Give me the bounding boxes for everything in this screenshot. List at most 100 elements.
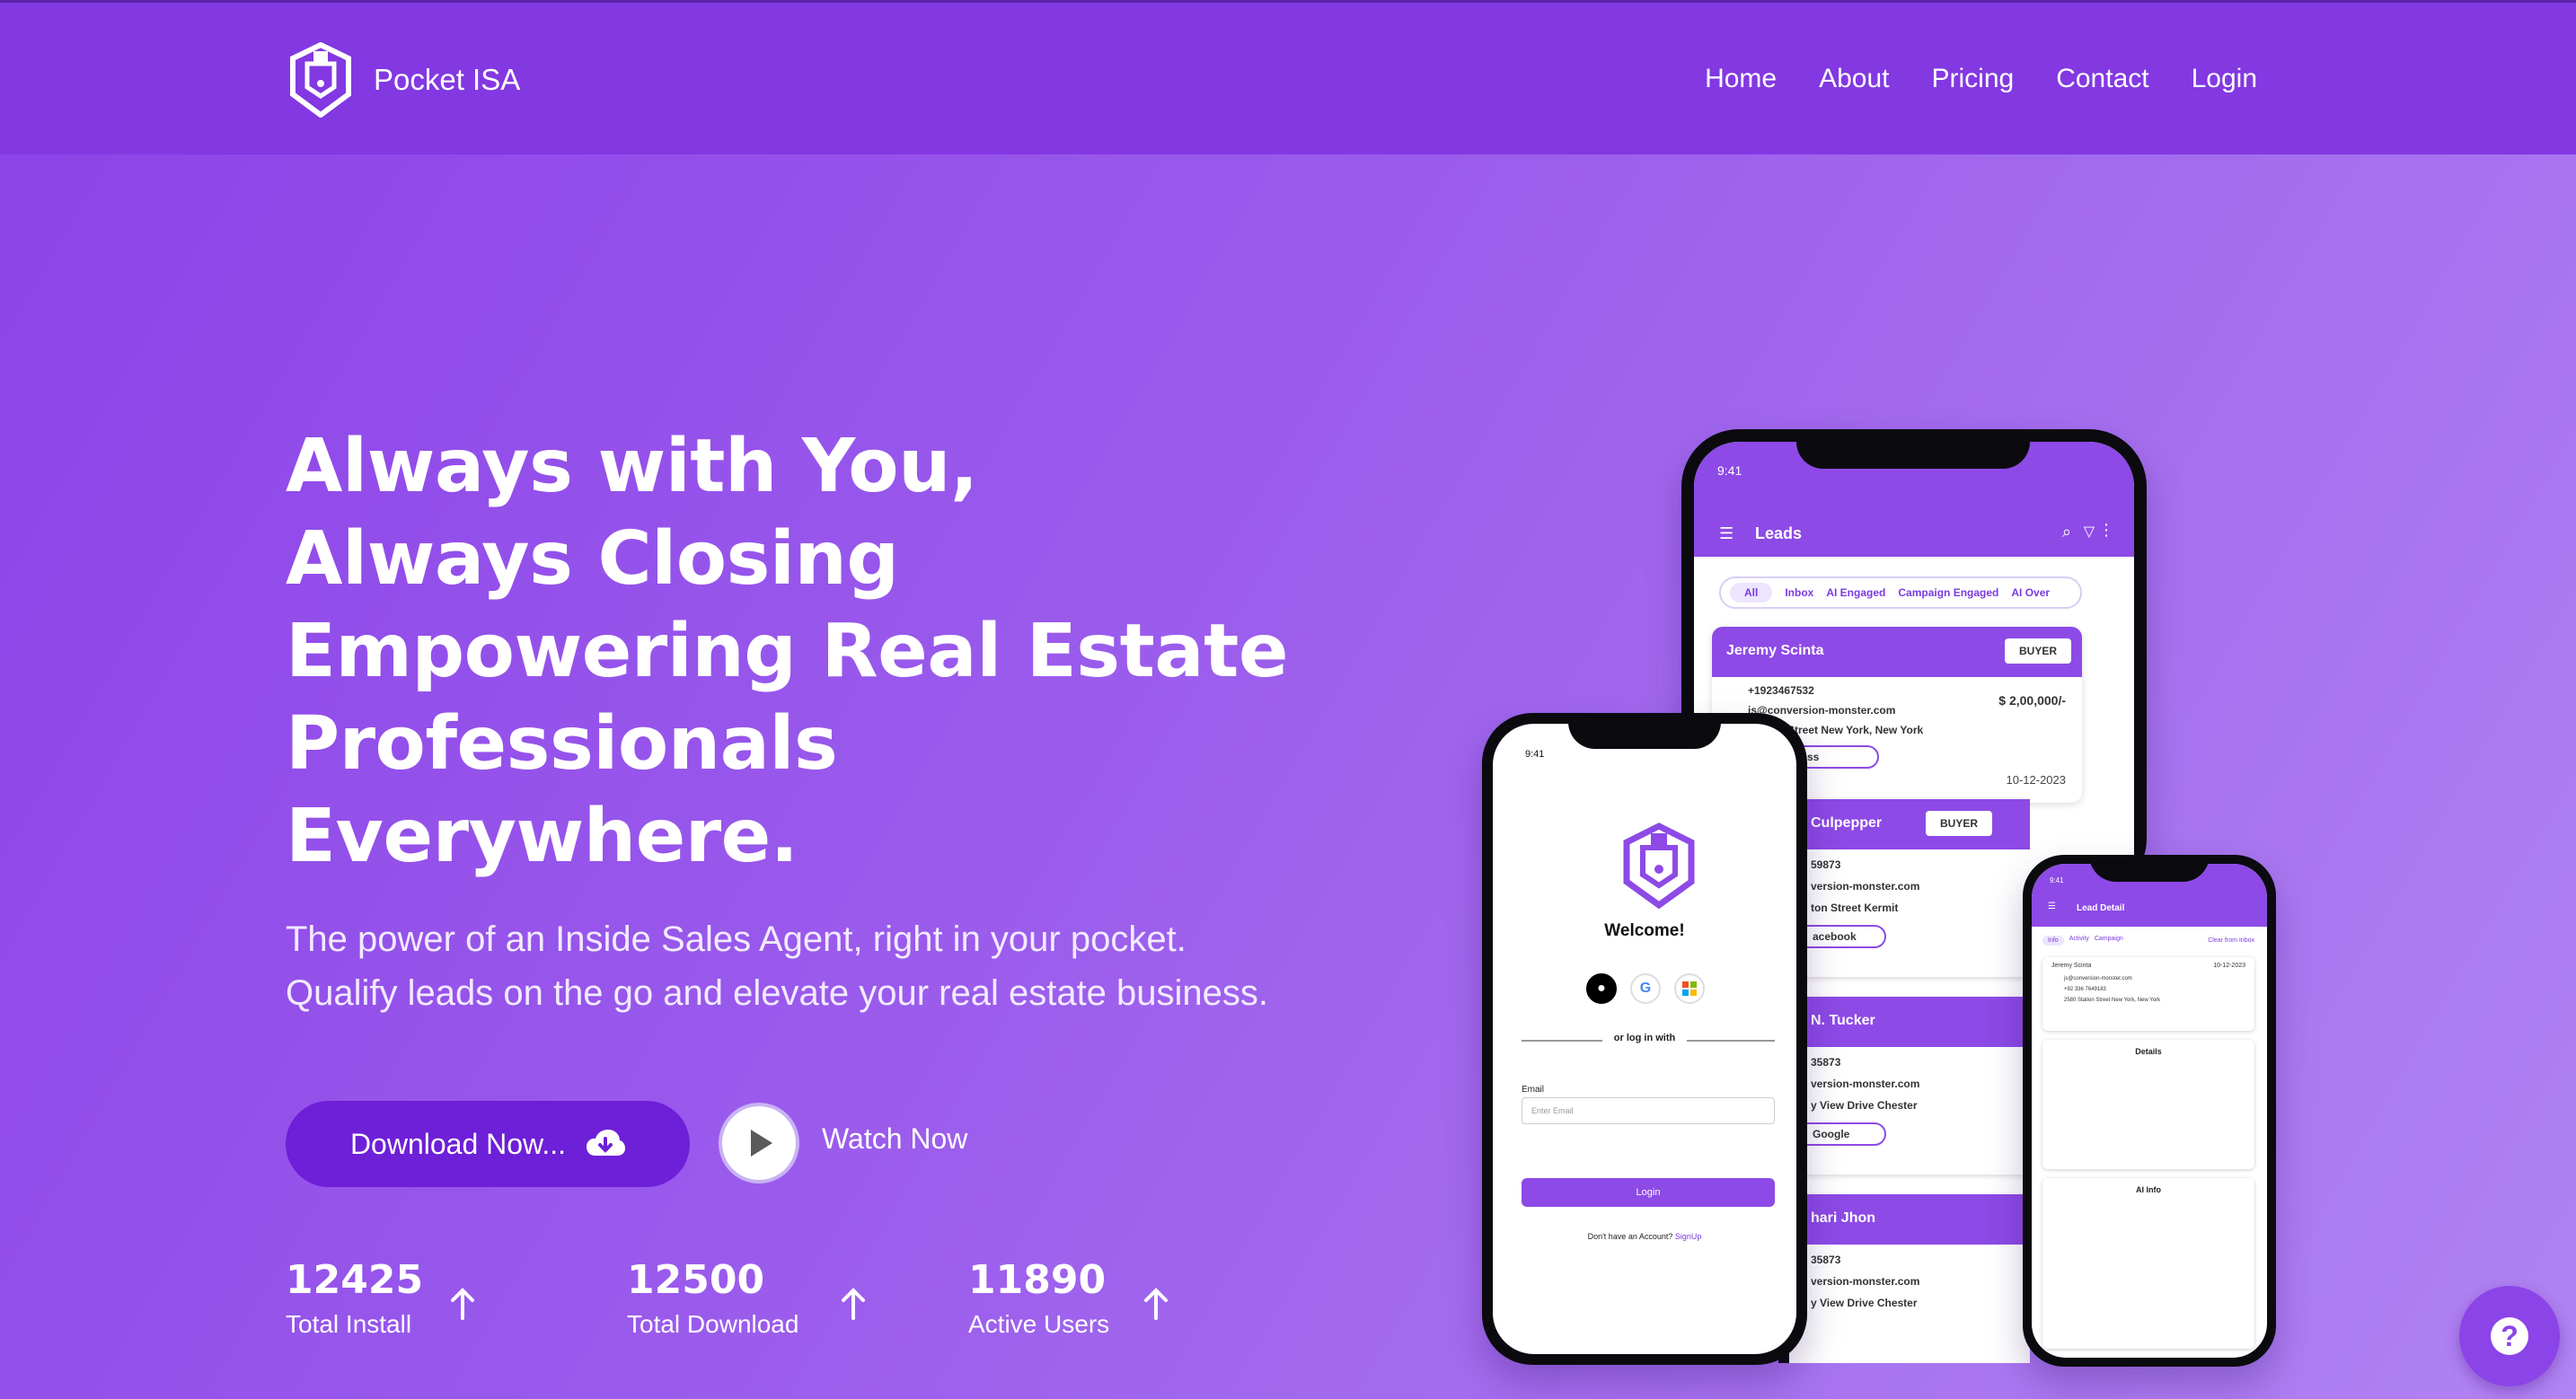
lead-source-pill: acebook — [1796, 925, 1886, 948]
lead-type-badge: BUYER — [1926, 811, 1993, 836]
lead-detail-screen: 9:41 ☰ Lead Detail Info Activity Campaig… — [2032, 864, 2267, 1358]
main-nav: Home About Pricing Contact Login — [1705, 64, 2257, 94]
signup-prefix: Don't have an Account? — [1587, 1232, 1673, 1241]
tab-activity[interactable]: Activity — [2069, 936, 2089, 946]
status-time: 9:41 — [1717, 463, 1742, 478]
status-time: 9:41 — [2050, 876, 2064, 884]
lead-phone: 35873 — [1811, 1254, 1841, 1266]
lead-detail-title: Lead Detail — [2077, 903, 2125, 913]
tab-inbox[interactable]: Inbox — [1785, 586, 1813, 599]
play-icon — [751, 1130, 772, 1157]
hero-title-line: Always with You, — [286, 424, 978, 509]
details-card: Details — [2042, 1040, 2254, 1169]
contact-date: 10-12-2023 — [2213, 963, 2245, 969]
tab-info[interactable]: Info — [2042, 936, 2064, 946]
lead-name: Culpepper — [1811, 815, 1883, 831]
or-login-with: or log in with — [1613, 1033, 1676, 1043]
filter-icon[interactable]: ▽ — [2084, 523, 2095, 541]
stat-value: 12500 — [627, 1257, 765, 1303]
nav-login[interactable]: Login — [2192, 64, 2257, 94]
welcome-text: Welcome! — [1604, 921, 1685, 940]
nav-about[interactable]: About — [1819, 64, 1889, 94]
ai-info-card: AI Info — [2042, 1178, 2254, 1349]
play-video-button[interactable] — [719, 1103, 799, 1183]
contact-phone: +92 336 7649183 — [2064, 987, 2106, 992]
help-button[interactable]: ? — [2459, 1286, 2560, 1386]
phone-notch — [1796, 429, 2030, 469]
lead-name: Jeremy Scinta — [1726, 643, 1824, 658]
contact-name: Jeremy Scinta — [2051, 963, 2092, 969]
phone-notch — [2089, 855, 2210, 882]
hero-title-line: Professionals — [286, 701, 838, 787]
clear-from-inbox-link[interactable]: Clear from Inbox — [2208, 937, 2254, 944]
signup-prompt: Don't have an Account? SignUp — [1493, 1232, 1796, 1241]
stat-label: Active Users — [968, 1310, 1110, 1338]
arrow-up-icon — [451, 1288, 474, 1320]
nav-home[interactable]: Home — [1705, 64, 1777, 94]
question-icon: ? — [2491, 1317, 2528, 1355]
lead-card[interactable]: N. Tucker 35873 version-monster.com y Vi… — [1789, 997, 2030, 1175]
contact-email: js@conversion-monster.com — [2064, 976, 2132, 981]
lead-type-badge: BUYER — [2004, 638, 2071, 664]
search-icon[interactable]: ⌕ — [2062, 523, 2071, 541]
menu-icon[interactable]: ☰ — [1719, 524, 1734, 543]
tab-campaign[interactable]: Campaign — [2095, 936, 2123, 946]
lead-amount: $ 2,00,000/- — [1998, 693, 2066, 708]
ai-info-title: AI Info — [2136, 1185, 2161, 1194]
more-icon[interactable]: ⋮ — [2098, 521, 2114, 540]
lead-address: y View Drive Chester — [1811, 1099, 1918, 1112]
detail-tabs: Info Activity Campaign — [2042, 936, 2123, 946]
stat-total-install: 12425 Total Install — [286, 1257, 423, 1339]
lead-email: version-monster.com — [1811, 1275, 1920, 1288]
tab-campaign-engaged[interactable]: Campaign Engaged — [1898, 586, 1998, 599]
nav-pricing[interactable]: Pricing — [1932, 64, 2015, 94]
details-title: Details — [2135, 1047, 2162, 1056]
phone-notch — [1568, 713, 1721, 749]
stat-value: 11890 — [968, 1257, 1107, 1303]
microsoft-login-icon[interactable] — [1674, 973, 1705, 1004]
lead-source-pill: Google — [1796, 1122, 1886, 1146]
phone-mockup-login: 9:41 Welcome! ● G or log in with Email E… — [1482, 713, 1807, 1365]
watch-now-link[interactable]: Watch Now — [822, 1122, 967, 1156]
lead-date: 10-12-2023 — [2006, 773, 2067, 787]
app-logo-icon — [1623, 823, 1695, 909]
phone-mockup-lead-detail: 9:41 ☰ Lead Detail Info Activity Campaig… — [2023, 855, 2276, 1367]
arrow-up-icon — [842, 1288, 865, 1320]
google-login-icon[interactable]: G — [1630, 973, 1661, 1004]
pocket-isa-logo-icon — [290, 42, 351, 118]
lead-card-header: Jeremy Scinta BUYER — [1712, 627, 2082, 677]
login-screen: 9:41 Welcome! ● G or log in with Email E… — [1493, 724, 1796, 1354]
lead-phone: 35873 — [1811, 1056, 1841, 1069]
tab-all[interactable]: All — [1730, 583, 1773, 603]
brand[interactable]: Pocket ISA — [289, 42, 520, 118]
tab-ai-engaged[interactable]: AI Engaged — [1826, 586, 1885, 599]
signup-link[interactable]: SignUp — [1675, 1232, 1702, 1241]
lead-name: hari Jhon — [1811, 1210, 1876, 1226]
download-label: Download Now... — [349, 1127, 567, 1160]
tab-ai-over[interactable]: AI Over — [2011, 586, 2050, 599]
contact-address: 2580 Station Street New York, New York — [2064, 998, 2161, 1003]
email-field[interactable]: Enter Email — [1522, 1097, 1775, 1124]
hero-title-line: Everywhere. — [286, 794, 798, 879]
contact-card: Jeremy Scinta 10-12-2023 js@conversion-m… — [2042, 957, 2254, 1031]
login-button[interactable]: Login — [1522, 1178, 1775, 1207]
hero-title: Always with You, Always Closing Empoweri… — [286, 420, 1363, 883]
lead-address: y View Drive Chester — [1811, 1297, 1918, 1309]
lead-name: N. Tucker — [1811, 1013, 1875, 1028]
lead-card[interactable]: hari Jhon 35873 version-monster.com y Vi… — [1789, 1194, 2030, 1363]
lead-email: version-monster.com — [1811, 1078, 1920, 1090]
lead-card[interactable]: Culpepper BUYER 59873 version-monster.co… — [1789, 799, 2030, 977]
lead-email: version-monster.com — [1811, 880, 1920, 893]
nav-contact[interactable]: Contact — [2056, 64, 2148, 94]
download-button[interactable]: Download Now... — [286, 1101, 690, 1187]
stat-active-users: 11890 Active Users — [968, 1257, 1109, 1339]
stat-total-download: 12500 Total Download — [627, 1257, 798, 1339]
hero-subtitle: The power of an Inside Sales Agent, righ… — [286, 919, 1269, 1013]
leads-list-continued: Culpepper BUYER 59873 version-monster.co… — [1778, 788, 2030, 1363]
lead-phone: 59873 — [1811, 858, 1841, 871]
stat-value: 12425 — [286, 1257, 424, 1303]
hero-title-line: Empowering Real Estate — [286, 609, 1288, 694]
email-label: Email — [1522, 1085, 1545, 1095]
menu-icon[interactable]: ☰ — [2048, 902, 2056, 911]
apple-login-icon[interactable]: ● — [1586, 973, 1617, 1004]
